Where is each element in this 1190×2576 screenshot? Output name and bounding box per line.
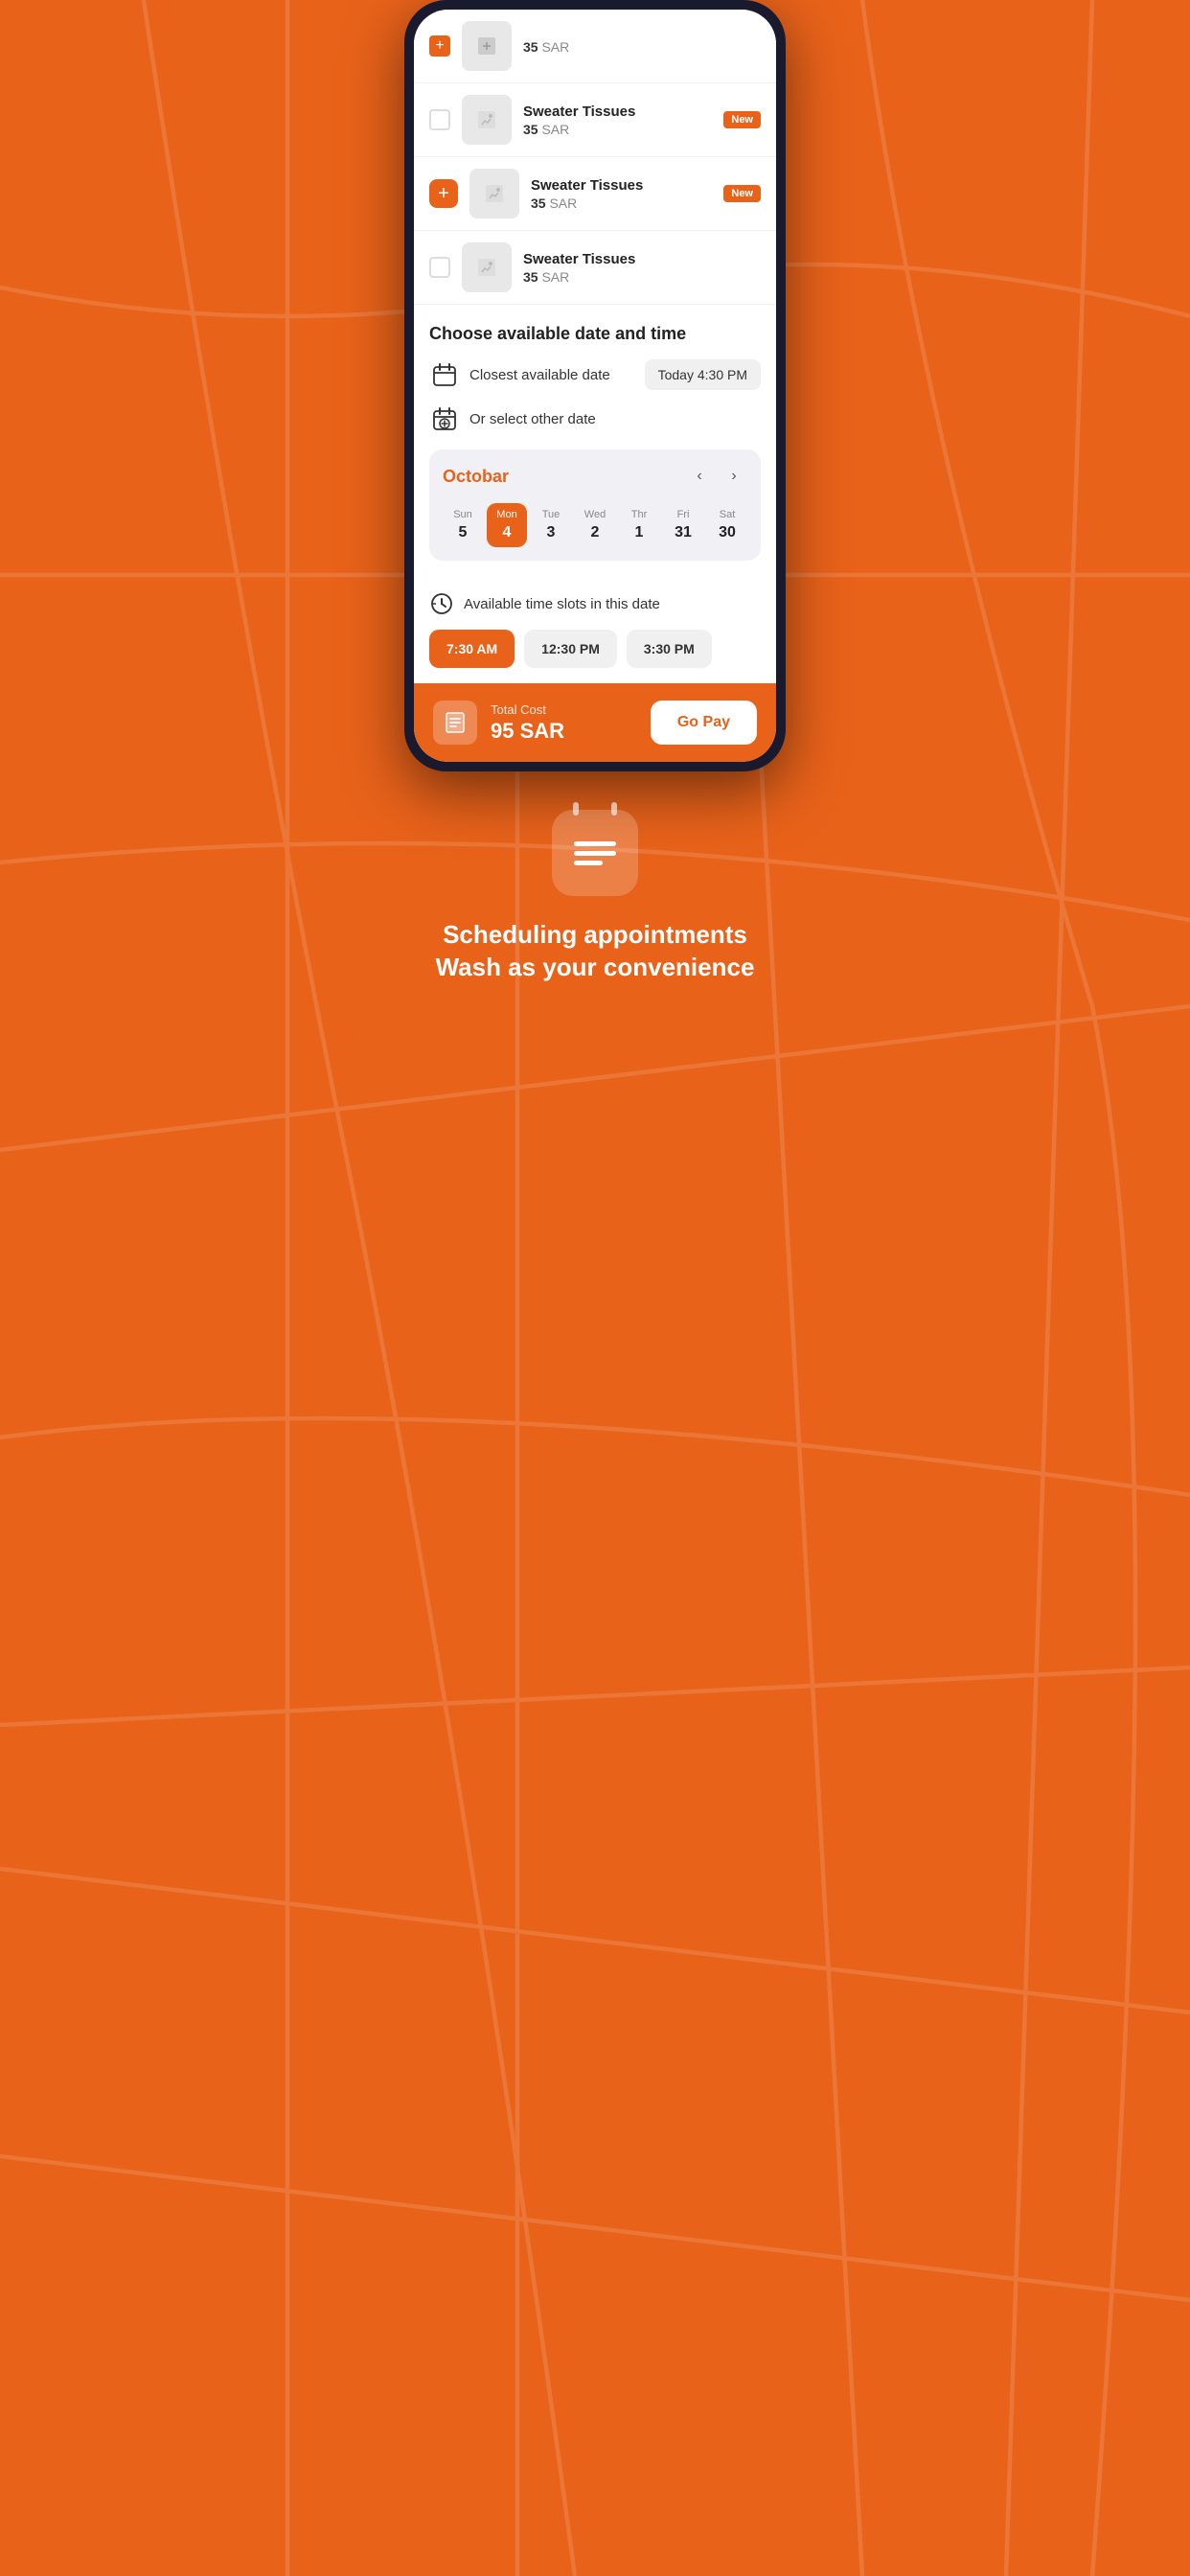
product-info: Sweater Tissues 35 SAR [523,251,761,285]
product-thumbnail [462,242,512,292]
calendar-add-icon [429,403,460,434]
time-slots-container: 7:30 AM12:30 PM 3:30 PM [429,630,761,668]
tagline-line1: Scheduling appointments [425,919,765,952]
time-section: Available time slots in this date 7:30 A… [414,591,776,683]
new-badge: New [723,185,761,202]
calendar-widget: Octobar ‹ › Sun5Mon4Tue3Wed2Thr1Fri31Sat… [429,449,761,561]
product-checkbox[interactable] [429,257,450,278]
cost-info: Total Cost 95 SAR [433,701,564,745]
product-price: 35 SAR [523,122,712,137]
tagline-line2: Wash as your convenience [425,952,765,984]
section-title: Choose available date and time [429,324,761,344]
app-icon-large [552,810,638,896]
product-list: + 35 SAR [414,10,776,305]
calendar-header: Octobar ‹ › [443,463,747,490]
time-slot-button[interactable]: 12:30 PM [524,630,617,668]
calendar-day[interactable]: Tue3 [531,503,571,547]
time-slot-button[interactable]: 3:30 PM [627,630,712,668]
next-month-button[interactable]: › [721,463,747,490]
calendar-day[interactable]: Thr1 [619,503,659,547]
closest-date-label: Closest available date [429,359,610,390]
product-info: 35 SAR [523,37,761,55]
product-info: Sweater Tissues 35 SAR [531,177,712,211]
calendar-month: Octobar [443,467,509,487]
bottom-bar: Total Cost 95 SAR Go Pay [414,683,776,762]
calendar-day[interactable]: Sun5 [443,503,483,547]
closest-date-value[interactable]: Today 4:30 PM [645,359,761,390]
product-item: + Sweater Tissues 35 SAR New [414,157,776,231]
product-info: Sweater Tissues 35 SAR [523,104,712,137]
product-checkbox[interactable]: + [429,35,450,57]
product-name: Sweater Tissues [523,251,761,267]
cost-label: Total Cost [491,702,564,717]
new-badge: New [723,111,761,128]
prev-month-button[interactable]: ‹ [686,463,713,490]
product-thumbnail [469,169,519,218]
cost-amount: 95 SAR [491,719,564,744]
calendar-days: Sun5Mon4Tue3Wed2Thr1Fri31Sat30 [443,503,747,547]
calendar-day[interactable]: Mon4 [487,503,527,547]
closest-date-row: Closest available date Today 4:30 PM [429,359,761,390]
date-section: Choose available date and time Closest a… [414,305,776,591]
calendar-day[interactable]: Fri31 [663,503,703,547]
product-name: Sweater Tissues [531,177,712,194]
go-pay-button[interactable]: Go Pay [651,701,757,745]
product-checkbox[interactable] [429,109,450,130]
product-thumbnail [462,95,512,145]
calendar-icon [429,359,460,390]
tagline: Scheduling appointments Wash as your con… [425,919,765,984]
product-price: 35 SAR [523,39,761,55]
receipt-icon [433,701,477,745]
calendar-day[interactable]: Sat30 [707,503,747,547]
product-item: Sweater Tissues 35 SAR New [414,83,776,157]
calendar-day[interactable]: Wed2 [575,503,615,547]
cost-details: Total Cost 95 SAR [491,702,564,744]
calendar-navigation: ‹ › [686,463,747,490]
bottom-section: Scheduling appointments Wash as your con… [397,771,793,1042]
product-item: Sweater Tissues 35 SAR [414,231,776,305]
product-price: 35 SAR [523,269,761,285]
add-button[interactable]: + [429,179,458,208]
product-price: 35 SAR [531,196,712,211]
product-name: Sweater Tissues [523,104,712,120]
time-slots-label: Available time slots in this date [429,591,761,616]
other-date-row[interactable]: Or select other date [429,403,761,434]
product-item: + 35 SAR [414,10,776,83]
product-thumbnail [462,21,512,71]
time-slot-button[interactable]: 7:30 AM [429,630,515,668]
